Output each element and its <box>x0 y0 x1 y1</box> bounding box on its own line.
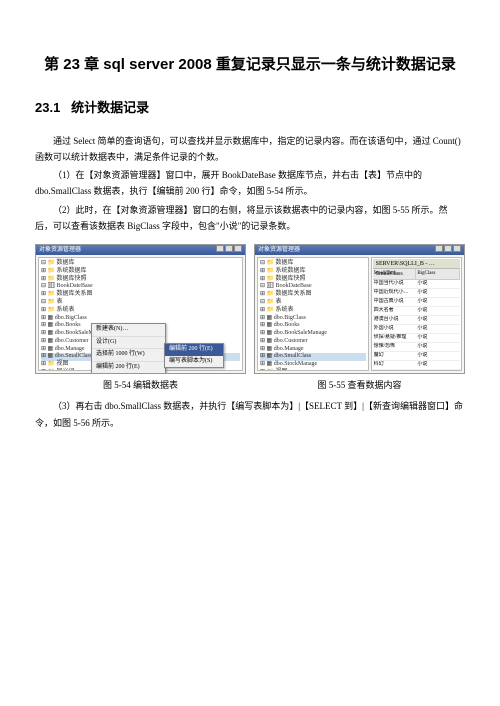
tree-node[interactable]: ⊞ 📁 系统数据库 <box>41 268 240 276</box>
grid-row[interactable]: 魔幻小说 <box>373 352 460 361</box>
menu-item-design[interactable]: 设计(G) <box>92 337 165 350</box>
object-explorer-window-55: 对象资源管理器 ⊟ 📁 数据库 ⊞ 📁 系统数据库 ⊞ 📁 数据库快照 ⊟ 🗄 … <box>254 244 465 374</box>
submenu-edit-200[interactable]: 编辑前 200 行(E) <box>165 344 223 356</box>
tree-node[interactable]: ⊞ ▦ dbo.StockManage <box>260 361 366 369</box>
tree-node[interactable]: ⊟ 📁 数据库 <box>260 260 366 268</box>
col-header-bigclass[interactable]: BigClass <box>416 269 460 279</box>
grid-row[interactable]: 外国小说小说 <box>373 325 460 334</box>
tree-node[interactable]: ⊞ ▦ dbo.BigClass <box>260 315 366 323</box>
tree-node[interactable]: ⊟ 🗄 BookDateBase <box>41 283 240 291</box>
tree-node[interactable]: ⊞ ▦ dbo.BookSaleManage <box>260 330 366 338</box>
grid-row[interactable]: 中国近现代小…小说 <box>373 289 460 298</box>
editor-tab[interactable]: SERVER\SQLLI_B - …SmallClass <box>373 259 460 269</box>
grid-row[interactable]: 侦探/悬疑/推理小说 <box>373 334 460 343</box>
tree-node[interactable]: ⊞ ▦ dbo.Customer <box>260 338 366 346</box>
window-controls[interactable] <box>434 245 461 255</box>
context-submenu[interactable]: 编辑前 200 行(E) 编写表脚本为(S) <box>164 343 224 368</box>
grid-header: SmallClass BigClass <box>373 269 460 280</box>
context-menu[interactable]: 新建表(N)… 设计(G) 选择前 1000 行(W) 编辑前 200 行(E)… <box>91 323 166 374</box>
window-title: 对象资源管理器 <box>258 245 300 255</box>
tree-node[interactable]: ⊞ ▦ dbo.Manage <box>260 346 366 354</box>
tree-node[interactable]: ⊟ 📁 表 <box>41 299 240 307</box>
tree-node[interactable]: ⊞ 📁 系统数据库 <box>260 268 366 276</box>
grid-row[interactable]: 港澳台小说小说 <box>373 316 460 325</box>
grid-row[interactable]: 惊悚/恐怖小说 <box>373 343 460 352</box>
chapter-title: 第 23 章 sql server 2008 重复记录只显示一条与统计数据记录 <box>35 50 465 80</box>
grid-row[interactable]: 科幻小说 <box>373 361 460 370</box>
caption-5-54: 图 5-54 编辑数据表 <box>35 378 246 392</box>
object-explorer-window-54: 对象资源管理器 ⊟ 📁 数据库 ⊞ 📁 系统数据库 ⊞ 📁 数据库快照 ⊟ 🗄 … <box>35 244 246 374</box>
menu-item-select-1000[interactable]: 选择前 1000 行(W) <box>92 349 165 362</box>
tree-node[interactable]: ⊞ 📁 系统表 <box>41 307 240 315</box>
figure-5-54: 对象资源管理器 ⊟ 📁 数据库 ⊞ 📁 系统数据库 ⊞ 📁 数据库快照 ⊟ 🗄 … <box>35 244 246 374</box>
window-titlebar: 对象资源管理器 <box>36 245 245 255</box>
tree-view-55[interactable]: ⊟ 📁 数据库 ⊞ 📁 系统数据库 ⊞ 📁 数据库快照 ⊟ 🗄 BookDate… <box>257 257 369 371</box>
menu-item-new-table[interactable]: 新建表(N)… <box>92 324 165 337</box>
paragraph-step1: （1）在【对象资源管理器】窗口中，展开 BookDateBase 数据库节点，并… <box>35 167 465 199</box>
caption-row: 图 5-54 编辑数据表 图 5-55 查看数据内容 <box>35 378 465 392</box>
grid-row[interactable]: 四大名著小说 <box>373 307 460 316</box>
window-controls[interactable] <box>215 245 242 255</box>
tree-node-selected[interactable]: ⊞ ▦ dbo.SmallClass <box>260 353 366 361</box>
tree-node[interactable]: ⊞ ▦ dbo.BigClass <box>41 315 240 323</box>
tree-node[interactable]: ⊞ 📁 数据库关系图 <box>260 291 366 299</box>
tree-node[interactable]: ⊞ ▦ dbo.Books <box>260 322 366 330</box>
section-number: 23.1 <box>35 100 60 115</box>
tree-node[interactable]: ⊞ 📁 视图 <box>260 369 366 371</box>
tree-node[interactable]: ⊟ 📁 表 <box>260 299 366 307</box>
section-heading: 统计数据记录 <box>71 100 149 115</box>
grid-row[interactable]: 武侠小说 <box>373 370 460 371</box>
paragraph-step2: （2）此时，在【对象资源管理器】窗口的右侧，将显示该数据表中的记录内容，如图 5… <box>35 202 465 234</box>
grid-row[interactable]: 中国古典小说小说 <box>373 298 460 307</box>
window-titlebar: 对象资源管理器 <box>255 245 464 255</box>
paragraph-step3: （3）再右击 dbo.SmallClass 数据表，并执行【编写表脚本为】|【S… <box>35 398 465 430</box>
data-grid[interactable]: SERVER\SQLLI_B - …SmallClass SmallClass … <box>371 257 462 371</box>
caption-5-55: 图 5-55 查看数据内容 <box>254 378 465 392</box>
grid-row[interactable]: 中国当代小说小说 <box>373 280 460 289</box>
figures-row: 对象资源管理器 ⊟ 📁 数据库 ⊞ 📁 系统数据库 ⊞ 📁 数据库快照 ⊟ 🗄 … <box>35 244 465 374</box>
window-title: 对象资源管理器 <box>39 245 81 255</box>
paragraph-intro: 通过 Select 简单的查询语句，可以查找并显示数据库中，指定的记录内容。而在… <box>35 133 465 165</box>
submenu-script[interactable]: 编写表脚本为(S) <box>165 356 223 368</box>
tree-node[interactable]: ⊞ 📁 系统表 <box>260 307 366 315</box>
tree-node[interactable]: ⊟ 📁 数据库 <box>41 260 240 268</box>
tree-node[interactable]: ⊞ 📁 数据库关系图 <box>41 291 240 299</box>
menu-item-edit-200[interactable]: 编辑前 200 行(E) <box>92 362 165 374</box>
figure-5-55: 对象资源管理器 ⊟ 📁 数据库 ⊞ 📁 系统数据库 ⊞ 📁 数据库快照 ⊟ 🗄 … <box>254 244 465 374</box>
section-title: 23.1 统计数据记录 <box>35 98 465 119</box>
col-header-smallclass[interactable]: SmallClass <box>373 269 417 279</box>
tree-node[interactable]: ⊟ 🗄 BookDateBase <box>260 283 366 291</box>
